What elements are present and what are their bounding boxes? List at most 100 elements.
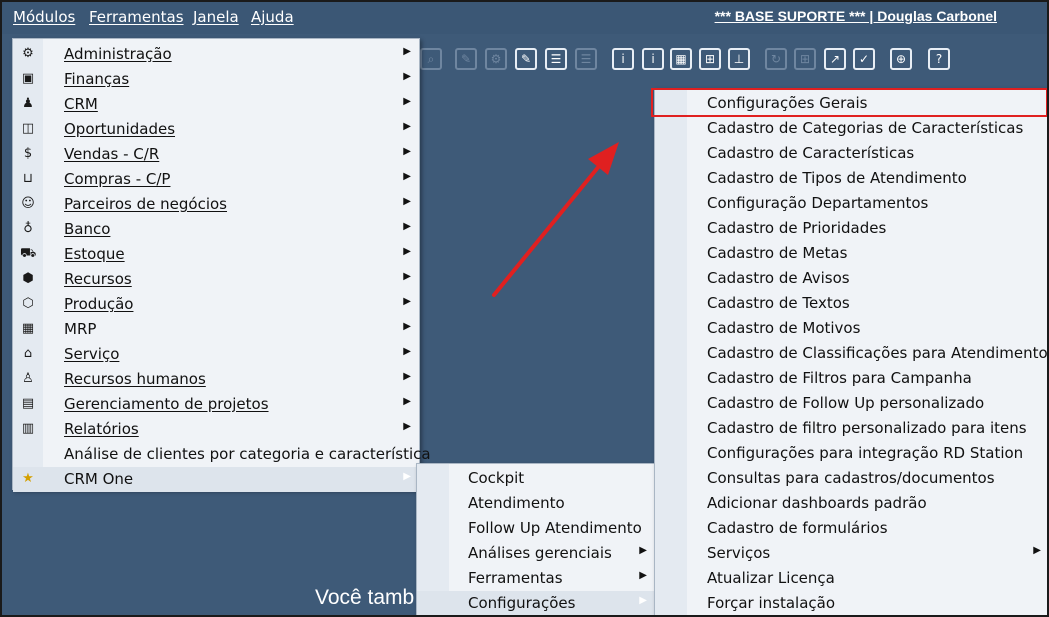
menu-item-oportunidades[interactable]: ◫ Oportunidades ▶	[13, 117, 419, 142]
submenu-arrow-icon: ▶	[403, 71, 411, 82]
stamp-icon[interactable]: ⊥	[728, 48, 750, 70]
submenu-arrow-icon: ▶	[403, 46, 411, 57]
menu-item-cadastro-classificacoes[interactable]: Cadastro de Classificações para Atendime…	[655, 341, 1048, 366]
menu-item-configuracao-departamentos[interactable]: Configuração Departamentos	[655, 191, 1047, 216]
help-icon[interactable]: ?	[928, 48, 950, 70]
menu-item-ferramentas[interactable]: Ferramentas ▶	[417, 566, 655, 591]
submenu-arrow-icon: ▶	[639, 570, 647, 581]
hierarchy-icon[interactable]: ⊞	[699, 48, 721, 70]
menu-item-recursos[interactable]: ⬢ Recursos ▶	[13, 267, 419, 292]
configuracoes-submenu: Configurações Gerais Cadastro de Categor…	[654, 88, 1048, 615]
menu-item-consultas-cadastros[interactable]: Consultas para cadastros/documentos	[655, 466, 1047, 491]
menu-item-parceiros[interactable]: ☺ Parceiros de negócios ▶	[13, 192, 419, 217]
grid-icon[interactable]: ⊞	[794, 48, 816, 70]
menu-item-cadastro-textos[interactable]: Cadastro de Textos	[655, 291, 1047, 316]
menu-item-forcar-instalacao[interactable]: Forçar instalação	[655, 591, 1047, 615]
menu-item-relatorios[interactable]: ▥ Relatórios ▶	[13, 417, 419, 442]
edit-icon[interactable]: ✎	[455, 48, 477, 70]
menu-item-gerenciamento-projetos[interactable]: ▤ Gerenciamento de projetos ▶	[13, 392, 419, 417]
menu-item-label: Cadastro de Follow Up personalizado	[707, 394, 985, 412]
menu-item-cadastro-prioridades[interactable]: Cadastro de Prioridades	[655, 216, 1047, 241]
menu-item-crm[interactable]: ♟ CRM ▶	[13, 92, 419, 117]
menu-item-estoque[interactable]: ⛟ Estoque ▶	[13, 242, 419, 267]
submenu-arrow-icon: ▶	[403, 171, 411, 182]
submenu-arrow-icon: ▶	[403, 371, 411, 382]
menu-item-label: Cadastro de Classificações para Atendime…	[707, 344, 1048, 362]
application-window: Módulos Ferramentas Janela Ajuda *** BAS…	[0, 0, 1049, 617]
menu-item-configuracoes-gerais[interactable]: Configurações Gerais	[655, 91, 1047, 116]
menu-item-cadastro-caracteristicas[interactable]: Cadastro de Características	[655, 141, 1047, 166]
menu-item-compras[interactable]: ⊔ Compras - C/P ▶	[13, 167, 419, 192]
web-icon[interactable]: ⊕	[890, 48, 912, 70]
menu-item-analise-clientes[interactable]: Análise de clientes por categoria e cara…	[13, 442, 431, 467]
menu-item-cadastro-follow-up[interactable]: Cadastro de Follow Up personalizado	[655, 391, 1047, 416]
info-window-icon[interactable]: i	[642, 48, 664, 70]
info-doc-icon[interactable]: i	[612, 48, 634, 70]
submenu-arrow-icon: ▶	[403, 321, 411, 332]
menu-item-label: Configuração Departamentos	[707, 194, 929, 212]
cube-icon: ⬢	[22, 271, 34, 286]
export-icon[interactable]: ↗	[824, 48, 846, 70]
menu-item-label: Parceiros de negócios	[64, 195, 228, 213]
menu-item-atualizar-licenca[interactable]: Atualizar Licença	[655, 566, 1047, 591]
menu-item-cadastro-filtros-campanha[interactable]: Cadastro de Filtros para Campanha	[655, 366, 1047, 391]
calculator-icon[interactable]: ▦	[670, 48, 692, 70]
menu-item-label: Cadastro de Metas	[707, 244, 848, 262]
menu-item-servico[interactable]: ⌂ Serviço ▶	[13, 342, 419, 367]
menu-item-label: Forçar instalação	[707, 594, 836, 612]
menu-item-servicos[interactable]: Serviços ▶	[655, 541, 1047, 566]
menu-item-producao[interactable]: ⬡ Produção ▶	[13, 292, 419, 317]
menu-item-vendas[interactable]: $ Vendas - C/R ▶	[13, 142, 419, 167]
refresh-icon[interactable]: ↻	[765, 48, 787, 70]
menu-janela[interactable]: Janela	[193, 8, 239, 26]
menu-item-label: Gerenciamento de projetos	[64, 395, 269, 413]
menu-item-label: Cadastro de Características	[707, 144, 915, 162]
submenu-arrow-icon: ▶	[403, 121, 411, 132]
edit-doc-icon[interactable]: ✎	[515, 48, 537, 70]
menu-item-analises-gerenciais[interactable]: Análises gerenciais ▶	[417, 541, 655, 566]
menu-modulos[interactable]: Módulos	[13, 8, 75, 26]
menu-item-label: Estoque	[64, 245, 125, 263]
message-reply-icon[interactable]: ☰	[575, 48, 597, 70]
menu-item-mrp[interactable]: ▦ MRP ▶	[13, 317, 419, 342]
report-icon: ▥	[21, 421, 35, 436]
user-session-info: *** BASE SUPORTE *** | Douglas Carbonel	[714, 8, 997, 24]
annotation-arrow	[492, 142, 619, 297]
menu-item-cadastro-motivos[interactable]: Cadastro de Motivos	[655, 316, 1047, 341]
menu-item-atendimento[interactable]: Atendimento	[417, 491, 655, 516]
message-icon[interactable]: ☰	[545, 48, 567, 70]
submenu-arrow-icon: ▶	[403, 221, 411, 232]
submenu-arrow-icon: ▶	[403, 421, 411, 432]
menu-item-recursos-humanos[interactable]: ♙ Recursos humanos ▶	[13, 367, 419, 392]
approve-icon[interactable]: ✓	[853, 48, 875, 70]
menu-item-cadastro-tipos-atendimento[interactable]: Cadastro de Tipos de Atendimento	[655, 166, 1047, 191]
menu-item-financas[interactable]: ▣ Finanças ▶	[13, 67, 419, 92]
settings-doc-icon[interactable]: ⚙	[485, 48, 507, 70]
menu-item-cadastro-metas[interactable]: Cadastro de Metas	[655, 241, 1047, 266]
menu-item-label: Serviço	[64, 345, 120, 363]
stock-icon: ⛟	[20, 246, 37, 261]
menu-ferramentas[interactable]: Ferramentas	[89, 8, 184, 26]
production-icon: ⬡	[22, 296, 34, 311]
menu-item-label: Análises gerenciais	[468, 544, 612, 562]
menu-item-label: Follow Up Atendimento	[468, 519, 642, 537]
menu-item-integracao-rd-station[interactable]: Configurações para integração RD Station	[655, 441, 1047, 466]
menu-item-label: Cadastro de formulários	[707, 519, 888, 537]
menu-ajuda[interactable]: Ajuda	[251, 8, 294, 26]
menu-item-follow-up-atendimento[interactable]: Follow Up Atendimento	[417, 516, 655, 541]
menu-item-crm-one[interactable]: ★ CRM One ▶	[13, 467, 419, 492]
search-doc-icon[interactable]: ⌕	[420, 48, 442, 70]
menu-item-banco[interactable]: ♁ Banco ▶	[13, 217, 419, 242]
menu-item-cadastro-filtro-itens[interactable]: Cadastro de filtro personalizado para it…	[655, 416, 1047, 441]
menu-item-adicionar-dashboards[interactable]: Adicionar dashboards padrão	[655, 491, 1047, 516]
menu-item-cadastro-avisos[interactable]: Cadastro de Avisos	[655, 266, 1047, 291]
menu-item-cadastro-categorias-caracteristicas[interactable]: Cadastro de Categorias de Característica…	[655, 116, 1047, 141]
submenu-arrow-icon: ▶	[639, 595, 647, 606]
menu-item-administracao[interactable]: ⚙ Administração ▶	[13, 42, 419, 67]
menu-item-label: Consultas para cadastros/documentos	[707, 469, 995, 487]
menu-item-cadastro-formularios[interactable]: Cadastro de formulários	[655, 516, 1047, 541]
submenu-arrow-icon: ▶	[403, 96, 411, 107]
gear-icon: ⚙	[22, 46, 34, 61]
menu-item-configuracoes[interactable]: Configurações ▶	[417, 591, 655, 615]
menu-item-cockpit[interactable]: Cockpit	[417, 466, 655, 491]
